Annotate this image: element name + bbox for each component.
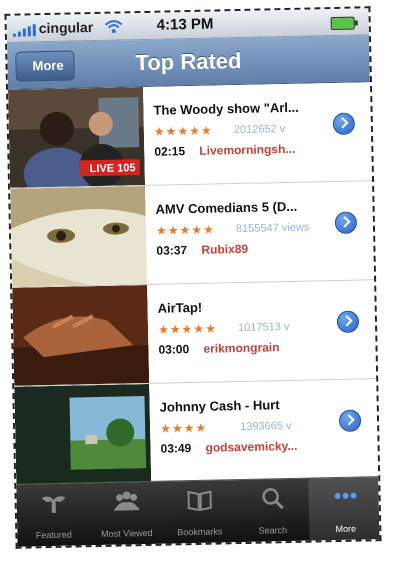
video-row[interactable]: AMV Comedians 5 (D... ★★★★★ 8155547 view…	[10, 181, 375, 288]
disclosure-arrow-icon[interactable]	[338, 409, 362, 432]
video-author: Rubix89	[201, 241, 249, 257]
video-duration: 03:49	[160, 441, 192, 456]
video-duration: 02:15	[154, 144, 186, 159]
view-count: 8155547 views	[235, 221, 310, 236]
video-row[interactable]: Johnny Cash - Hurt ★★★★ 1393665 v 03:49 …	[14, 379, 379, 486]
video-thumbnail	[12, 284, 150, 386]
video-author: godsavemicky...	[205, 438, 298, 455]
tab-label: Search	[258, 525, 288, 536]
video-duration: 03:37	[156, 243, 188, 258]
search-icon	[262, 488, 284, 510]
tab-most-viewed[interactable]: Most Viewed	[89, 482, 163, 546]
status-time: 4:13 PM	[156, 15, 214, 34]
tab-label: Featured	[35, 529, 72, 541]
tab-label: More	[335, 523, 357, 535]
phone-screen: cingular 4:13 PM More Top Rated LIVE 105…	[4, 6, 382, 549]
wifi-icon	[105, 20, 123, 34]
tab-more[interactable]: More	[308, 477, 382, 541]
tab-bar: Featured Most Viewed Bookmarks Search Mo…	[16, 476, 382, 547]
signal-icon	[12, 24, 39, 37]
rating-stars: ★★★★★	[157, 321, 218, 337]
disclosure-arrow-icon[interactable]	[332, 112, 356, 136]
video-duration: 03:00	[158, 342, 190, 357]
video-thumbnail	[10, 185, 148, 287]
view-count: 1393665 v	[240, 419, 292, 434]
view-count: 1017513 v	[237, 320, 290, 335]
disclosure-arrow-icon[interactable]	[334, 211, 358, 235]
tab-search[interactable]: Search	[235, 479, 309, 543]
view-count: 2012652 v	[233, 123, 286, 137]
tab-bookmarks[interactable]: Bookmarks	[162, 480, 236, 544]
tab-label: Bookmarks	[177, 526, 223, 538]
video-row[interactable]: LIVE 105 The Woody show "Arl... ★★★★★ 20…	[8, 82, 373, 189]
video-row[interactable]: AirTap! ★★★★★ 1017513 v 03:00 erikmongra…	[12, 280, 377, 387]
bookmarks-icon	[187, 490, 212, 512]
carrier-name: cingular	[38, 19, 94, 37]
tab-label: Most Viewed	[101, 527, 153, 539]
thumbnail-overlay-text: LIVE 105	[90, 162, 136, 175]
video-list: LIVE 105 The Woody show "Arl... ★★★★★ 20…	[8, 82, 379, 486]
video-title: AirTap!	[157, 299, 203, 316]
video-title: AMV Comedians 5 (D...	[155, 198, 298, 217]
navigation-bar: More Top Rated	[7, 35, 370, 90]
most-viewed-icon	[113, 491, 140, 511]
video-thumbnail	[14, 383, 152, 485]
disclosure-arrow-icon[interactable]	[336, 310, 360, 333]
featured-icon	[41, 496, 66, 514]
more-icon	[334, 492, 357, 500]
video-author: erikmongrain	[203, 340, 280, 356]
rating-stars: ★★★★★	[155, 222, 215, 238]
rating-stars: ★★★★★	[153, 123, 213, 139]
video-title: The Woody show "Arl...	[153, 99, 299, 118]
video-author: Livemorningsh...	[199, 141, 296, 158]
battery-icon	[330, 16, 355, 31]
video-title: Johnny Cash - Hurt	[159, 397, 280, 415]
tab-featured[interactable]: Featured	[16, 483, 90, 547]
rating-stars: ★★★★	[160, 420, 208, 436]
video-thumbnail: LIVE 105	[8, 87, 146, 188]
